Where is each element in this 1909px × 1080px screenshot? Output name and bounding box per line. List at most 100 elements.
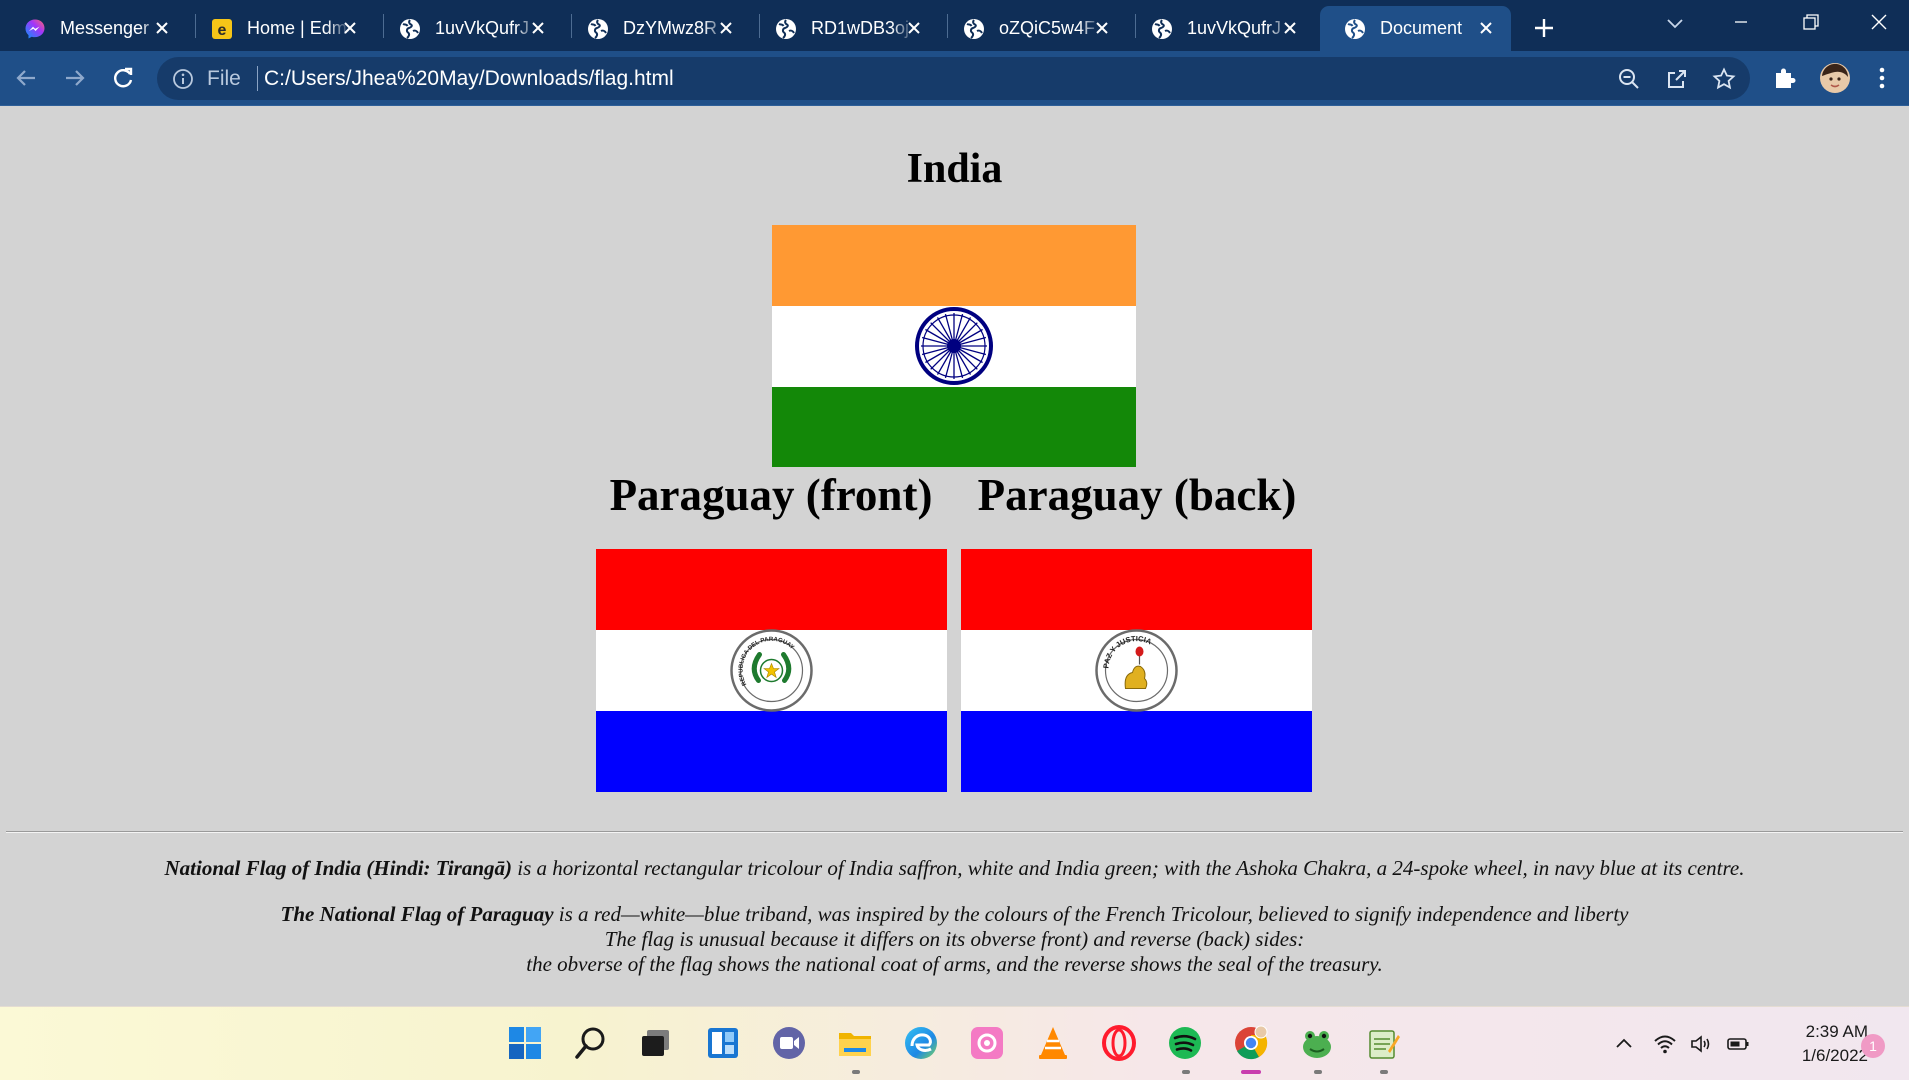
close-icon[interactable] bbox=[529, 19, 547, 37]
tab-edmodo[interactable]: e Home | Edmodo bbox=[187, 6, 375, 51]
tab-strip: Messenger e Home | Edmodo 1uvVkQufrJ DzY… bbox=[0, 0, 1909, 51]
india-description: National Flag of India (Hindi: Tirangā) … bbox=[0, 856, 1909, 881]
running-indicator bbox=[1380, 1070, 1388, 1074]
paraguay-front-heading: Paraguay (front) bbox=[609, 470, 933, 520]
chrome-icon[interactable] bbox=[1232, 1024, 1270, 1062]
india-description-text: is a horizontal rectangular tricolour of… bbox=[512, 856, 1745, 880]
share-icon[interactable] bbox=[1665, 67, 1689, 91]
close-icon[interactable] bbox=[1281, 19, 1299, 37]
globe-icon bbox=[588, 18, 608, 39]
info-icon[interactable] bbox=[172, 68, 194, 90]
window-close-icon[interactable] bbox=[1861, 8, 1897, 36]
close-icon[interactable] bbox=[905, 19, 923, 37]
browser-toolbar: File C:/Users/Jhea%20May/Downloads/flag.… bbox=[0, 51, 1909, 106]
india-flag-green-band bbox=[772, 387, 1136, 467]
globe-icon bbox=[1152, 18, 1172, 39]
reload-icon[interactable] bbox=[109, 64, 137, 92]
volume-icon[interactable] bbox=[1689, 1032, 1713, 1056]
page-content: India Paraguay (front) Paraguay (back) R… bbox=[0, 107, 1909, 1006]
paraguay-flag-red-band bbox=[596, 549, 947, 630]
opera-icon[interactable] bbox=[1100, 1024, 1138, 1062]
paraguay-back-flag-image: PAZ Y JUSTICIA bbox=[961, 549, 1312, 792]
tab-title: 1uvVkQufrJ bbox=[435, 18, 530, 38]
india-heading: India bbox=[906, 146, 1003, 192]
new-tab-plus-icon[interactable] bbox=[1530, 14, 1558, 42]
horizontal-rule bbox=[6, 831, 1903, 833]
spotify-icon[interactable] bbox=[1166, 1024, 1204, 1062]
tab-ozqic5w4f[interactable]: oZQiC5w4F bbox=[939, 6, 1127, 51]
ashoka-chakra bbox=[915, 307, 993, 385]
zoom-out-icon[interactable] bbox=[1617, 67, 1641, 91]
tab-title: RD1wDB3oj bbox=[811, 18, 910, 38]
globe-icon bbox=[400, 18, 420, 39]
tab-dzymwz8r[interactable]: DzYMwz8R bbox=[563, 6, 751, 51]
windows-taskbar: 2:39 AM 1/6/2022 1 bbox=[0, 1006, 1909, 1080]
close-icon[interactable] bbox=[1093, 19, 1111, 37]
running-indicator bbox=[852, 1070, 860, 1074]
search-icon[interactable] bbox=[572, 1024, 610, 1062]
photos-icon[interactable] bbox=[968, 1024, 1006, 1062]
active-app-indicator bbox=[1241, 1070, 1261, 1074]
notepad-icon[interactable] bbox=[1364, 1024, 1402, 1062]
notification-badge[interactable]: 1 bbox=[1861, 1034, 1885, 1058]
file-explorer-icon[interactable] bbox=[836, 1024, 874, 1062]
back-arrow-icon[interactable] bbox=[12, 64, 40, 92]
svg-text:e: e bbox=[218, 22, 227, 39]
clock-date[interactable]: 1/6/2022 bbox=[1770, 1046, 1868, 1066]
tab-title: Messenger bbox=[60, 18, 150, 38]
widgets-icon[interactable] bbox=[704, 1024, 742, 1062]
windows-start-icon[interactable] bbox=[506, 1024, 544, 1062]
close-icon[interactable] bbox=[153, 19, 171, 37]
forward-arrow-icon[interactable] bbox=[61, 64, 89, 92]
chevron-down-icon[interactable] bbox=[1662, 10, 1688, 36]
tab-1uvvkqufrj-2[interactable]: 1uvVkQufrJ bbox=[1127, 6, 1315, 51]
wifi-icon[interactable] bbox=[1653, 1032, 1677, 1056]
battery-icon[interactable] bbox=[1726, 1032, 1750, 1056]
profile-avatar[interactable] bbox=[1819, 62, 1851, 94]
clock-time[interactable]: 2:39 AM bbox=[1770, 1022, 1868, 1042]
edmodo-icon: e bbox=[212, 18, 232, 39]
paraguay-front-flag-image: REPUBLICA DEL PARAGUAY bbox=[596, 549, 947, 792]
minimize-icon[interactable] bbox=[1723, 8, 1759, 36]
task-view-icon[interactable] bbox=[637, 1024, 675, 1062]
url-text[interactable]: C:/Users/Jhea%20May/Downloads/flag.html bbox=[264, 67, 674, 91]
messenger-icon bbox=[25, 19, 45, 38]
tab-1uvvkqufrj[interactable]: 1uvVkQufrJ bbox=[375, 6, 563, 51]
bookmark-star-icon[interactable] bbox=[1712, 67, 1736, 91]
close-icon[interactable] bbox=[717, 19, 735, 37]
paraguay-description-line-1: The National Flag of Paraguay is a red—w… bbox=[0, 902, 1909, 927]
scheme-label: File bbox=[207, 67, 241, 90]
menu-kebab-icon[interactable] bbox=[1868, 64, 1896, 92]
tab-messenger[interactable]: Messenger bbox=[0, 6, 187, 51]
tab-rd1wdb3oj[interactable]: RD1wDB3oj bbox=[751, 6, 939, 51]
paraguay-description-bold: The National Flag of Paraguay bbox=[280, 902, 554, 926]
chevron-up-icon[interactable] bbox=[1612, 1032, 1636, 1056]
coat-of-arms-seal: REPUBLICA DEL PARAGUAY bbox=[730, 629, 813, 712]
india-flag-saffron-band bbox=[772, 225, 1136, 306]
tab-title: Home | Edmodo bbox=[247, 18, 350, 38]
close-icon[interactable] bbox=[341, 19, 359, 37]
tab-title: DzYMwz8R bbox=[623, 18, 718, 38]
edge-icon[interactable] bbox=[902, 1024, 940, 1062]
paraguay-description-line-2: The flag is unusual because it differs o… bbox=[604, 927, 1305, 951]
teams-chat-icon[interactable] bbox=[770, 1024, 808, 1062]
paraguay-flag-blue-band bbox=[596, 711, 947, 792]
vlc-icon[interactable] bbox=[1034, 1024, 1072, 1062]
frog-game-icon[interactable] bbox=[1298, 1024, 1336, 1062]
treasury-seal: PAZ Y JUSTICIA bbox=[1095, 629, 1178, 712]
india-description-bold: National Flag of India (Hindi: Tirangā) bbox=[164, 856, 513, 880]
paraguay-flag-blue-band bbox=[961, 711, 1312, 792]
india-flag-image bbox=[772, 225, 1136, 467]
running-indicator bbox=[1182, 1070, 1190, 1074]
restore-icon[interactable] bbox=[1792, 8, 1828, 36]
globe-icon bbox=[1345, 18, 1365, 39]
globe-icon bbox=[776, 18, 796, 39]
tab-document[interactable]: Document bbox=[1320, 6, 1511, 51]
tab-title: 1uvVkQufrJ bbox=[1187, 18, 1282, 38]
paraguay-description-text: is a red—white—blue triband, was inspire… bbox=[553, 902, 1629, 926]
running-indicator bbox=[1314, 1070, 1322, 1074]
extensions-puzzle-icon[interactable] bbox=[1771, 64, 1799, 92]
address-bar[interactable]: File C:/Users/Jhea%20May/Downloads/flag.… bbox=[157, 57, 1750, 100]
paraguay-flag-red-band bbox=[961, 549, 1312, 630]
close-icon[interactable] bbox=[1477, 19, 1495, 37]
